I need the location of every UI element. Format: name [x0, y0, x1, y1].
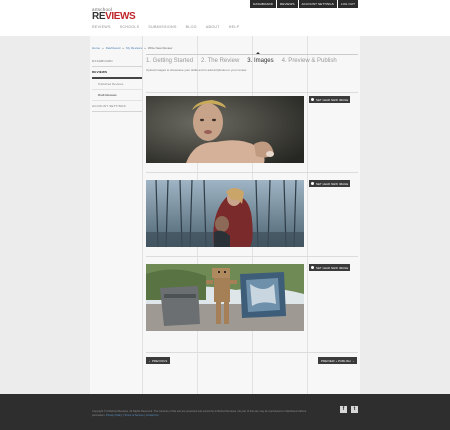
footer-link-terms[interactable]: Terms of Service [124, 414, 143, 417]
sidebar-item-account-settings[interactable]: ACCOUNT SETTINGS [92, 101, 142, 112]
topbar-logout-link[interactable]: LOG OUT [337, 0, 358, 8]
previous-button[interactable]: ‹ PREVIOUS [146, 357, 171, 364]
breadcrumb-separator: » [102, 46, 104, 50]
preview-publish-button[interactable]: PREVIEW + PUBLISH › [318, 357, 357, 364]
plus-icon [311, 98, 314, 101]
add-image-label: SET LEAD NEW IMAGE [316, 97, 349, 102]
topbar-reviews-link[interactable]: REVIEWS [277, 0, 298, 8]
breadcrumb: Home » Dashboard » My Reviews » Write Ne… [92, 46, 172, 50]
section-divider [146, 92, 358, 93]
step-preview-publish[interactable]: 4. Preview & Publish [282, 58, 337, 65]
topbar-account-settings-link[interactable]: ACCOUNT SETTINGS [298, 0, 337, 8]
logo[interactable]: artschool REVIEWS [92, 7, 136, 22]
preview-publish-button-label: PREVIEW + PUBLISH [321, 358, 351, 363]
nav-about[interactable]: ABOUT [206, 25, 220, 29]
twitter-icon[interactable]: t [351, 406, 358, 413]
logo-wordmark-part-b: VIEWS [105, 11, 136, 22]
sidebar-item-dashboard[interactable]: DASHBOARD [92, 56, 142, 67]
plus-icon [311, 266, 314, 269]
footer-copyright: Copyright © ArtSchool Reviews. All Right… [92, 410, 307, 417]
nav-reviews[interactable]: REVIEWS [92, 25, 111, 29]
nav-submissions[interactable]: SUBMISSIONS [148, 25, 176, 29]
add-image-label: SET LEAD NEW IMAGE [316, 265, 349, 270]
footer-link-contact[interactable]: Contact Us [146, 414, 159, 417]
site-footer: Copyright © ArtSchool Reviews. All Right… [0, 394, 450, 430]
uploaded-image-3[interactable] [146, 264, 304, 331]
chevron-left-icon: ‹ [149, 358, 151, 363]
breadcrumb-current: Write New Review [147, 46, 173, 50]
breadcrumb-home[interactable]: Home [92, 46, 100, 50]
breadcrumb-separator: » [144, 46, 146, 50]
breadcrumb-dashboard[interactable]: Dashboard [106, 46, 121, 50]
breadcrumb-my-reviews[interactable]: My Reviews [126, 46, 142, 50]
chevron-right-icon: › [352, 358, 354, 363]
topbar-dashboard-link[interactable]: DASHBOARD [250, 0, 277, 8]
step-images[interactable]: 3. Images [247, 58, 273, 65]
step-the-review[interactable]: 2. The Review [201, 58, 239, 65]
add-image-label: SET LEAD NEW IMAGE [316, 181, 349, 186]
sidebar-subitem-draft[interactable]: Draft Reviews [92, 90, 142, 101]
nav-blog[interactable]: BLOG [186, 25, 197, 29]
sidebar: DASHBOARD REVIEWS Published Reviews Draf… [92, 56, 142, 112]
add-image-button[interactable]: SET LEAD NEW IMAGE [309, 264, 350, 271]
sidebar-item-reviews[interactable]: REVIEWS [92, 67, 142, 79]
column-divider [142, 36, 143, 394]
step-tabs: 1. Getting Started 2. The Review 3. Imag… [146, 54, 358, 65]
add-image-button[interactable]: SET LEAD NEW IMAGE [309, 180, 350, 187]
section-divider [146, 256, 358, 257]
facebook-icon[interactable]: f [340, 406, 347, 413]
site-header: artschool REVIEWS REVIEWS SCHOOLS SUBMIS… [0, 0, 450, 36]
uploaded-image-2[interactable] [146, 180, 304, 247]
step-instructions: Upload images to showcase your skills an… [146, 68, 247, 72]
nav-help[interactable]: HELP [229, 25, 240, 29]
logo-wordmark-part-a: RE [92, 11, 106, 22]
sidebar-subitem-published[interactable]: Published Reviews [92, 79, 142, 90]
main-nav: REVIEWS SCHOOLS SUBMISSIONS BLOG ABOUT H… [92, 25, 239, 29]
column-divider [307, 36, 308, 394]
add-image-button[interactable]: SET LEAD NEW IMAGE [309, 96, 350, 103]
section-divider [146, 172, 358, 173]
nav-schools[interactable]: SCHOOLS [120, 25, 140, 29]
step-getting-started[interactable]: 1. Getting Started [146, 58, 193, 65]
logo-wordmark: REVIEWS [92, 11, 136, 22]
breadcrumb-separator: » [122, 46, 125, 50]
footer-link-privacy[interactable]: Privacy Policy [106, 414, 122, 417]
previous-button-label: PREVIOUS [152, 358, 168, 363]
account-topbar: DASHBOARD REVIEWS ACCOUNT SETTINGS LOG O… [250, 0, 358, 8]
section-divider [146, 352, 358, 353]
uploaded-image-1[interactable] [146, 96, 304, 163]
plus-icon [311, 182, 314, 185]
